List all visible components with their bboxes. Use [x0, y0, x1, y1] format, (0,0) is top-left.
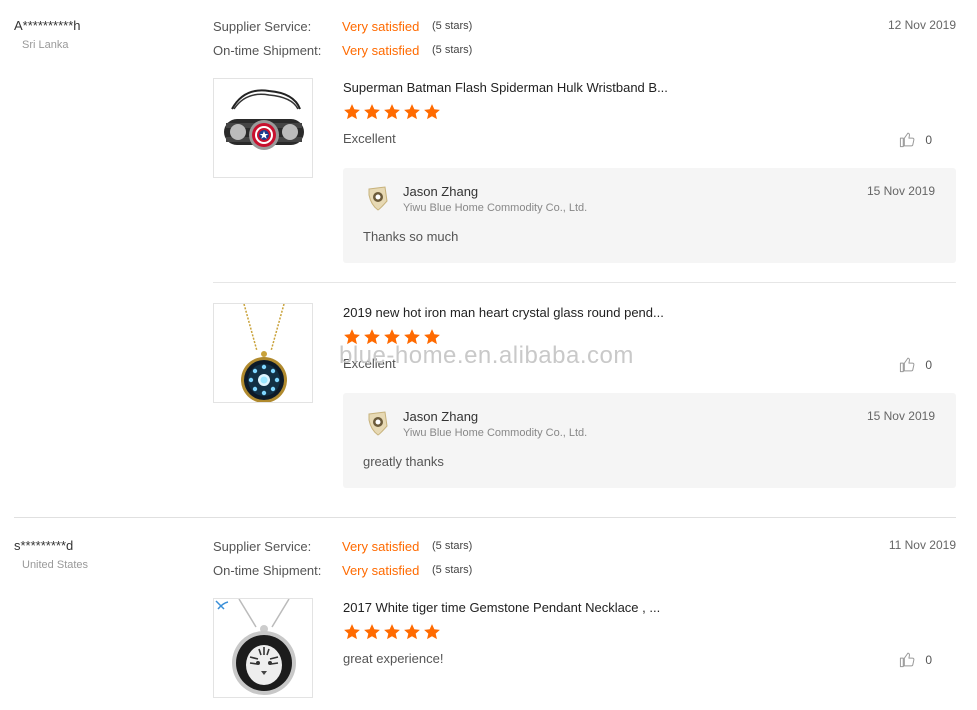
review-divider [14, 517, 956, 518]
shipment-value: Very satisfied [342, 563, 420, 578]
supplier-company: Yiwu Blue Home Commodity Co., Ltd. [403, 202, 588, 214]
feedback-text: great experience! [343, 651, 444, 666]
buyer-name: s*********d [14, 538, 74, 553]
like-count: 0 [925, 357, 932, 372]
star-icon [384, 624, 400, 640]
reply-text: Thanks so much [363, 229, 459, 244]
star-icon [344, 624, 360, 640]
thumbs-up-icon [900, 357, 915, 373]
star-icon [364, 329, 380, 345]
supplier-service-stars: (5 stars) [432, 20, 473, 32]
star-icon [424, 624, 440, 640]
supplier-avatar-icon [368, 411, 388, 436]
supplier-avatar-icon [368, 186, 388, 211]
shipment-stars: (5 stars) [432, 44, 473, 56]
pendant-image [241, 304, 287, 402]
shipment-stars: (5 stars) [432, 564, 473, 576]
product-title[interactable]: 2017 White tiger time Gemstone Pendant N… [343, 600, 660, 615]
star-icon [344, 329, 360, 345]
star-icon [384, 104, 400, 120]
star-icon [384, 329, 400, 345]
product-feedback: 2019 new hot iron man heart crystal glas… [213, 303, 956, 493]
supplier-company: Yiwu Blue Home Commodity Co., Ltd. [403, 427, 588, 439]
product-feedback: 2017 White tiger time Gemstone Pendant N… [213, 598, 956, 708]
like-button[interactable]: 0 [899, 131, 932, 148]
thumbs-up-icon [900, 652, 915, 668]
thumbs-up-icon [900, 132, 915, 148]
shipment-label: On-time Shipment: [213, 563, 322, 578]
star-icon [344, 104, 360, 120]
buyer-name: A**********h [14, 18, 81, 33]
product-thumbnail[interactable] [213, 78, 313, 178]
product-feedback: Superman Batman Flash Spiderman Hulk Wri… [213, 78, 956, 268]
star-icon [364, 624, 380, 640]
supplier-reply: Jason Zhang Yiwu Blue Home Commodity Co.… [343, 393, 956, 488]
reply-date: 15 Nov 2019 [866, 184, 935, 198]
star-icon [424, 329, 440, 345]
product-divider [213, 282, 956, 283]
supplier-service-value: Very satisfied [342, 539, 420, 554]
review-date: 12 Nov 2019 [887, 18, 956, 32]
product-rating [343, 103, 441, 123]
buyer-country: United States [22, 559, 89, 571]
supplier-service-label: Supplier Service: [213, 539, 312, 554]
like-button[interactable]: 0 [899, 356, 932, 373]
product-rating [343, 328, 441, 348]
supplier-service-value: Very satisfied [342, 19, 420, 34]
supplier-name: Jason Zhang [403, 409, 479, 424]
star-icon [404, 329, 420, 345]
star-icon [404, 624, 420, 640]
product-thumbnail[interactable] [213, 303, 313, 403]
star-icon [424, 104, 440, 120]
like-count: 0 [925, 132, 932, 147]
shipment-label: On-time Shipment: [213, 43, 322, 58]
like-button[interactable]: 0 [899, 651, 932, 668]
supplier-service-label: Supplier Service: [213, 19, 312, 34]
product-rating [343, 623, 441, 643]
product-thumbnail[interactable] [213, 598, 313, 698]
like-count: 0 [925, 652, 932, 667]
supplier-reply: Jason Zhang Yiwu Blue Home Commodity Co.… [343, 168, 956, 263]
reply-text: greatly thanks [363, 454, 444, 469]
tiger-pendant-image [215, 599, 296, 695]
review-date: 11 Nov 2019 [888, 538, 956, 552]
star-icon [404, 104, 420, 120]
star-icon [364, 104, 380, 120]
feedback-text: Excellent [343, 131, 396, 146]
reply-date: 15 Nov 2019 [866, 409, 935, 423]
buyer-country: Sri Lanka [22, 39, 69, 51]
shipment-value: Very satisfied [342, 43, 420, 58]
product-title[interactable]: 2019 new hot iron man heart crystal glas… [343, 305, 664, 320]
supplier-name: Jason Zhang [403, 184, 479, 199]
wristband-image [224, 89, 304, 150]
supplier-service-stars: (5 stars) [432, 540, 473, 552]
feedback-text: Excellent [343, 356, 396, 371]
product-title[interactable]: Superman Batman Flash Spiderman Hulk Wri… [343, 80, 668, 95]
